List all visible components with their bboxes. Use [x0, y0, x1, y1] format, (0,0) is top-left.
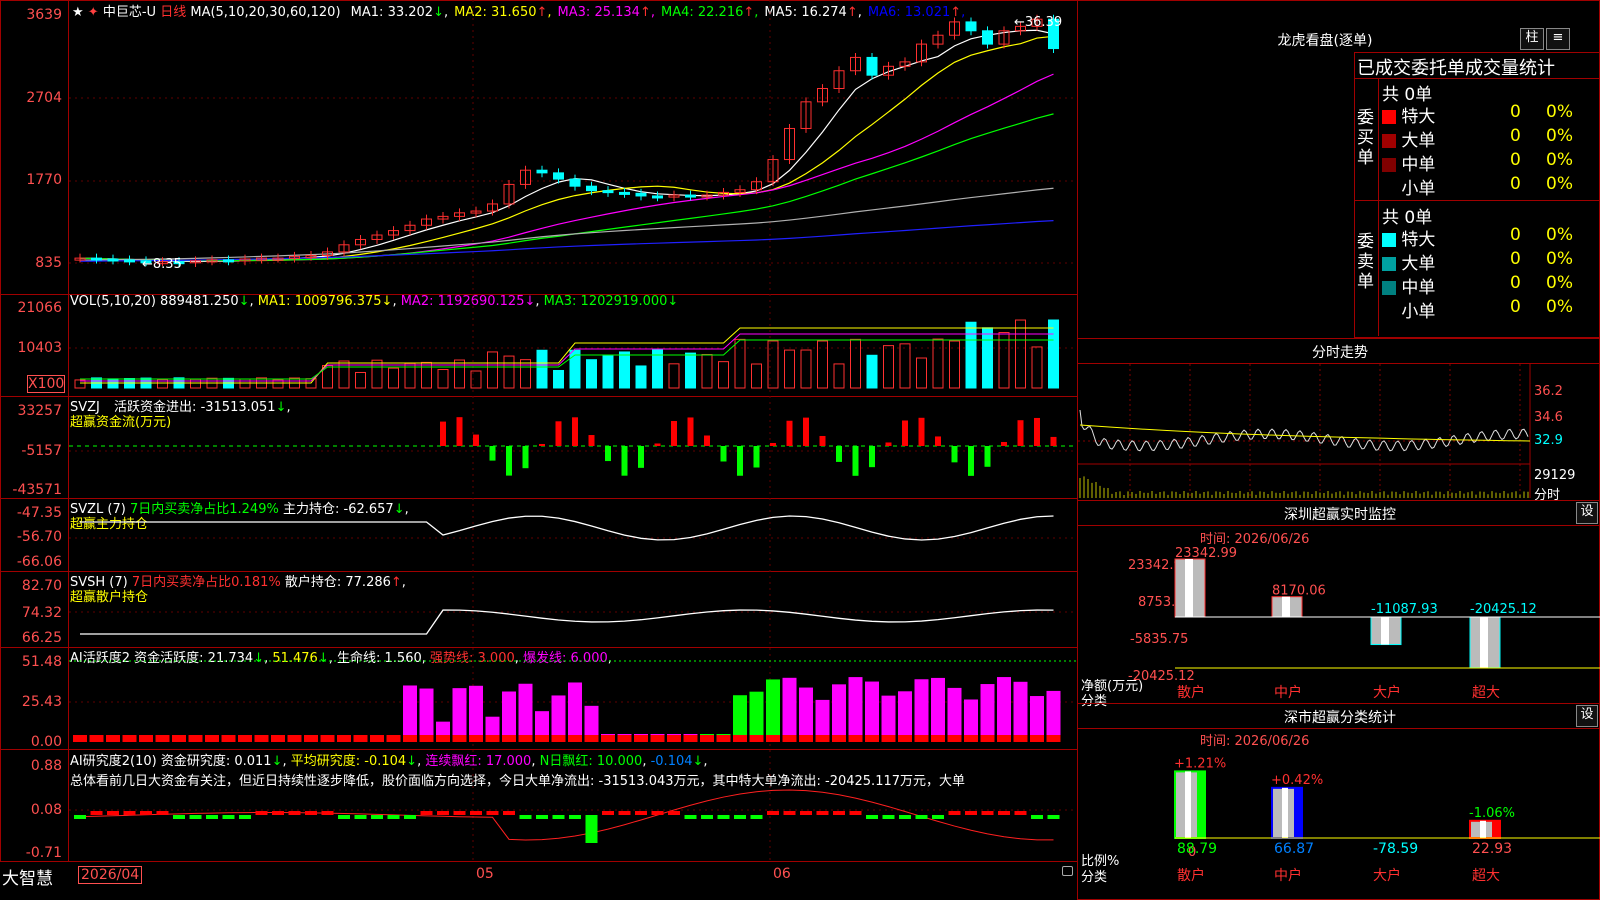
class-pct-label: +1.21% [1174, 756, 1226, 771]
monitor-cat-label: 散户 [1177, 684, 1205, 701]
class-value-label: 22.93 [1472, 841, 1512, 857]
class-bar-highlight [1282, 787, 1288, 838]
class-bar-color [1294, 787, 1301, 838]
class-pct-label: +0.42% [1271, 773, 1323, 788]
monitor-bar-label: -20425.12 [1470, 602, 1537, 617]
monitor-bar-highlight [1381, 617, 1389, 645]
monitor-cat-label: 中户 [1274, 684, 1302, 701]
monitor-bar-highlight [1282, 596, 1290, 617]
class-cat-label: 大户 [1373, 867, 1401, 884]
monitor-bar-label: -11087.93 [1371, 602, 1438, 617]
class-cat-label: 散户 [1177, 867, 1205, 884]
class-pct-label: -1.06% [1469, 806, 1515, 821]
class-value-label: 88.79 [1177, 841, 1217, 857]
monitor-bar-label: 23342.99 [1175, 546, 1237, 561]
monitor-bar-label: 8170.06 [1272, 584, 1326, 599]
class-cat-label: 中户 [1274, 867, 1302, 884]
monitor-bar-highlight [1185, 559, 1193, 617]
class-bar-color [1492, 820, 1499, 838]
class-bar-highlight [1185, 771, 1191, 838]
monitor-cat-label: 超大 [1472, 685, 1500, 701]
right-charts-svg: 23342.99 散户 8170.06 中户 -11087.93 大户 -20425.12 超… [1078, 364, 1600, 884]
class-value-label: 66.87 [1274, 841, 1314, 857]
class-bar-highlight [1480, 820, 1486, 838]
intraday-price-line [1079, 409, 1529, 452]
monitor-bar-highlight [1480, 617, 1488, 668]
monitor-cat-label: 大户 [1373, 684, 1401, 701]
class-cat-label: 超大 [1472, 868, 1500, 884]
class-value-label: -78.59 [1373, 841, 1418, 857]
class-bar-color [1197, 771, 1204, 838]
